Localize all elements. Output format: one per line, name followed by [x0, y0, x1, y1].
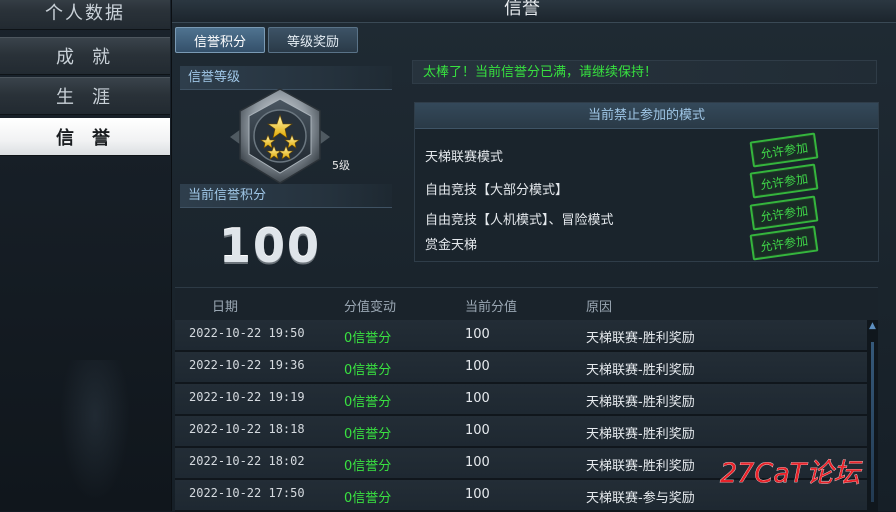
banned-mode-row: 天梯联赛模式 — [425, 150, 504, 165]
cell-current: 100 — [465, 423, 490, 438]
sidebar-item-personal-data[interactable]: 个人数据 — [0, 0, 170, 30]
window-header: 信誉 — [172, 0, 896, 23]
sidebar: 个人数据 成就 生涯 信誉 — [0, 0, 172, 511]
cell-date: 2022-10-22 19:36 — [189, 358, 305, 372]
cell-delta: 0信誉分 — [344, 427, 392, 442]
table-row: 2022-10-22 19:36 0信誉分 100 天梯联赛-胜利奖励 — [175, 352, 867, 384]
cell-reason: 天梯联赛-胜利奖励 — [586, 459, 695, 474]
forum-watermark-logo: 27CaT论坛 — [718, 454, 888, 490]
banned-mode-row: 赏金天梯 — [425, 238, 478, 253]
cell-current: 100 — [465, 391, 490, 406]
column-header-date: 日期 — [212, 300, 239, 315]
allowed-stamp: 允许参加 — [749, 195, 819, 231]
table-row: 2022-10-22 19:50 0信誉分 100 天梯联赛-胜利奖励 — [175, 320, 867, 352]
credit-score-value: 100 — [218, 219, 322, 273]
column-header-current: 当前分值 — [465, 300, 518, 315]
cell-reason: 天梯联赛-胜利奖励 — [586, 363, 695, 378]
column-header-reason: 原因 — [586, 300, 613, 315]
cell-reason: 天梯联赛-胜利奖励 — [586, 427, 695, 442]
svg-text:27CaT论坛: 27CaT论坛 — [720, 458, 863, 489]
banned-mode-row: 自由竞技【人机模式】、冒险模式 — [425, 213, 614, 228]
cell-delta: 0信誉分 — [344, 363, 392, 378]
sidebar-item-label: 生涯 — [56, 87, 128, 108]
main-panel: 信誉积分 等级奖励 信誉等级 5级 当前信誉积分 100 太棒了！当前信誉分已满… — [172, 23, 896, 512]
tab-label: 等级奖励 — [286, 34, 339, 50]
table-header: 日期 分值变动 当前分值 原因 — [175, 288, 878, 320]
banned-modes-panel: 当前禁止参加的模式 天梯联赛模式 允许参加 自由竞技【大部分模式】 允许参加 自… — [414, 102, 879, 262]
allowed-stamp: 允许参加 — [749, 225, 819, 261]
cell-current: 100 — [465, 487, 490, 502]
cell-reason: 天梯联赛-胜利奖励 — [586, 331, 695, 346]
cell-date: 2022-10-22 17:50 — [189, 486, 305, 500]
allowed-stamp: 允许参加 — [749, 132, 819, 168]
cell-date: 2022-10-22 18:18 — [189, 422, 305, 436]
cell-date: 2022-10-22 18:02 — [189, 454, 305, 468]
cell-delta: 0信誉分 — [344, 395, 392, 410]
sidebar-item-achievements[interactable]: 成就 — [0, 37, 170, 75]
cell-reason: 天梯联赛-参与奖励 — [586, 491, 695, 506]
page-title: 信誉 — [504, 0, 540, 19]
cell-delta: 0信誉分 — [344, 459, 392, 474]
column-header-delta: 分值变动 — [344, 300, 397, 315]
tab-level-rewards[interactable]: 等级奖励 — [268, 27, 358, 53]
cell-current: 100 — [465, 327, 490, 342]
allowed-stamp: 允许参加 — [749, 163, 819, 199]
triangle-up-icon[interactable]: ▲ — [868, 322, 877, 331]
sidebar-item-label: 个人数据 — [45, 3, 125, 24]
banned-modes-title: 当前禁止参加的模式 — [415, 103, 878, 129]
cell-delta: 0信誉分 — [344, 491, 392, 506]
sidebar-item-career[interactable]: 生涯 — [0, 77, 170, 115]
cell-current: 100 — [465, 359, 490, 374]
sidebar-item-label: 成就 — [56, 47, 128, 68]
tab-label: 信誉积分 — [193, 34, 246, 50]
sidebar-item-credit[interactable]: 信誉 — [0, 118, 170, 156]
cell-reason: 天梯联赛-胜利奖励 — [586, 395, 695, 410]
credit-level-value: 5级 — [332, 159, 350, 172]
sidebar-background-figure — [60, 360, 130, 500]
credit-score-label: 当前信誉积分 — [180, 184, 392, 208]
cell-delta: 0信誉分 — [344, 331, 392, 346]
cell-date: 2022-10-22 19:50 — [189, 326, 305, 340]
tab-credit-score[interactable]: 信誉积分 — [175, 27, 265, 53]
banned-mode-row: 自由竞技【大部分模式】 — [425, 183, 569, 198]
cell-current: 100 — [465, 455, 490, 470]
cell-date: 2022-10-22 19:19 — [189, 390, 305, 404]
level-badge-icon — [224, 85, 336, 189]
table-row: 2022-10-22 18:18 0信誉分 100 天梯联赛-胜利奖励 — [175, 416, 867, 448]
credit-full-notice: 太棒了！当前信誉分已满，请继续保持！ — [412, 60, 877, 84]
table-row: 2022-10-22 19:19 0信誉分 100 天梯联赛-胜利奖励 — [175, 384, 867, 416]
sidebar-item-label: 信誉 — [56, 128, 128, 149]
